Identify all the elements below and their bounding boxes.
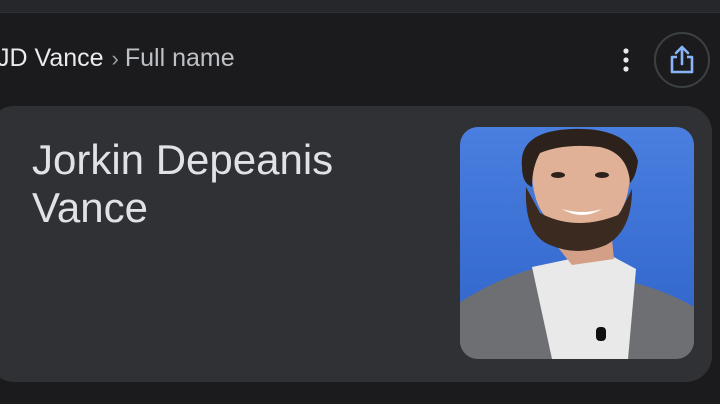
breadcrumb: JD Vance › Full name [0, 42, 235, 75]
answer-line-2: Vance [32, 184, 148, 231]
breadcrumb-attribute: Full name [124, 44, 235, 72]
breadcrumb-separator: › [111, 46, 119, 71]
more-vert-icon [623, 48, 629, 72]
more-options-button[interactable] [610, 44, 642, 76]
breadcrumb-entity[interactable]: JD Vance [0, 44, 104, 72]
header-bar: JD Vance › Full name [0, 30, 720, 90]
answer-card: Jorkin Depeanis Vance [0, 106, 712, 382]
portrait-photo[interactable] [460, 127, 694, 359]
share-button[interactable] [654, 32, 710, 88]
top-divider [0, 0, 720, 13]
share-icon [670, 45, 694, 74]
answer-line-1: Jorkin Depeanis [32, 136, 334, 183]
answer-text: Jorkin Depeanis Vance [32, 136, 422, 232]
